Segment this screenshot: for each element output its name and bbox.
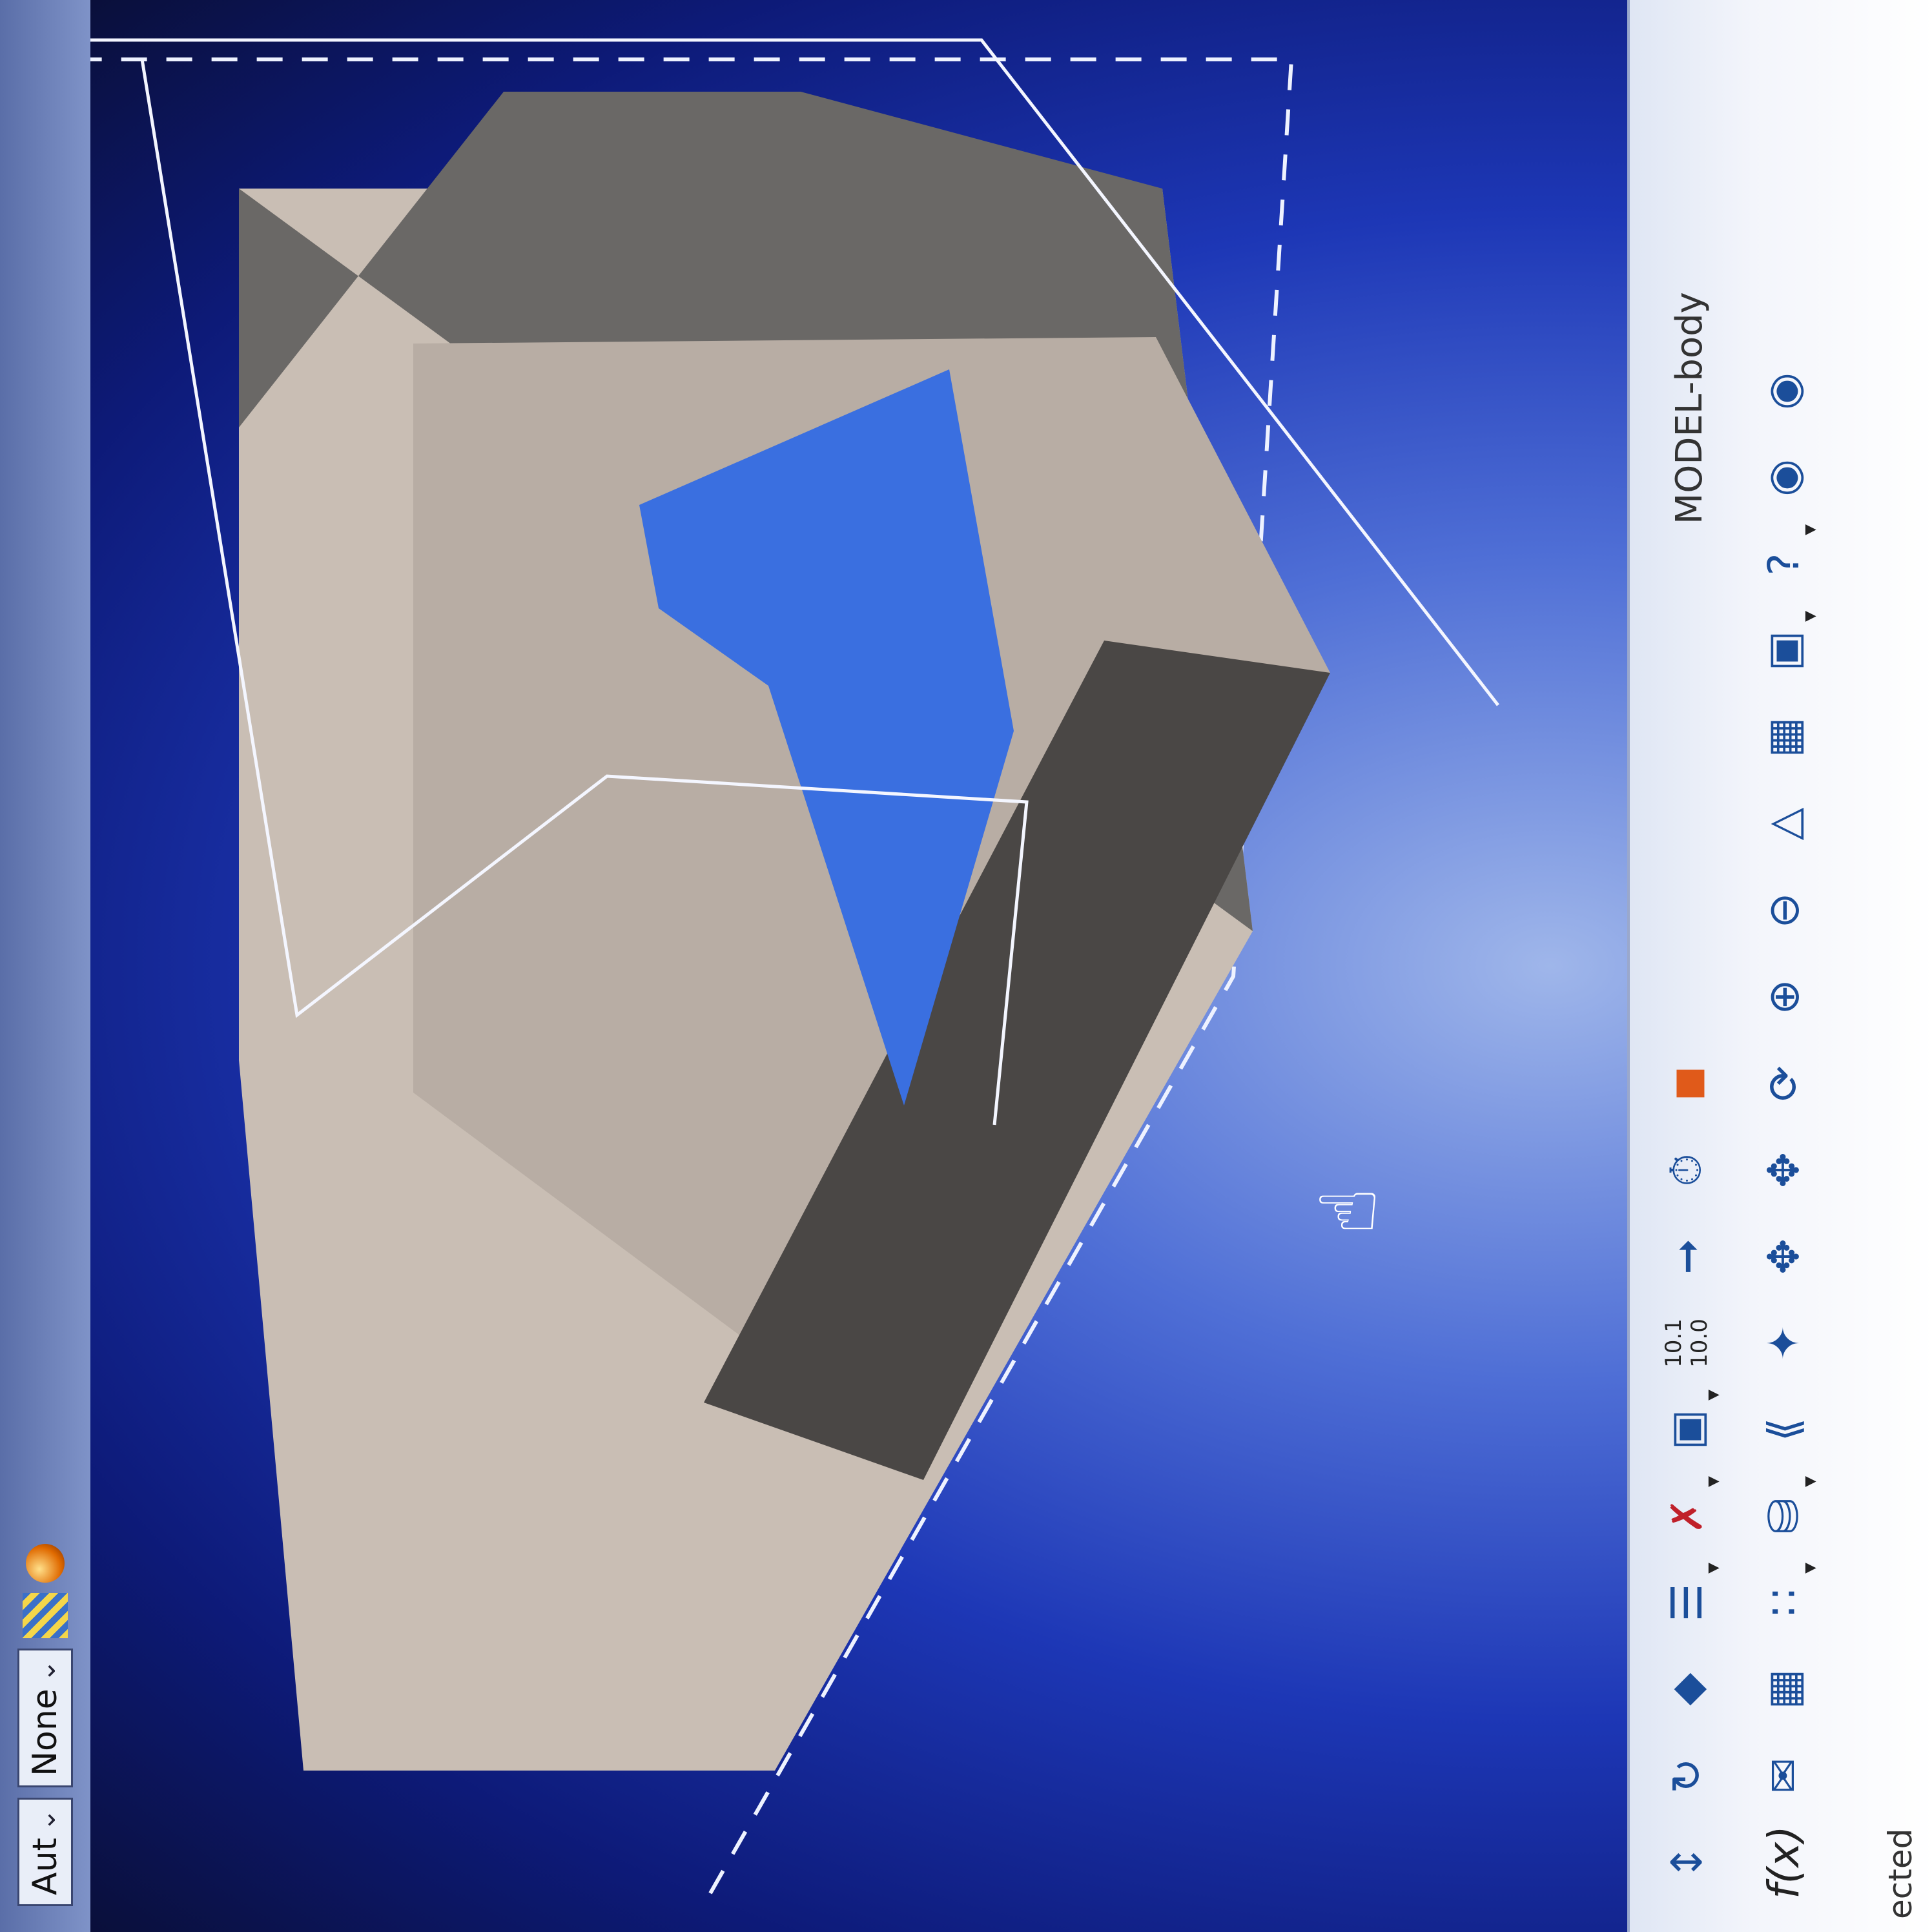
scale-icon[interactable]: 10.1 10.0 [1656, 1312, 1718, 1374]
pan-icon[interactable]: ✥ [1752, 1139, 1814, 1201]
help-icon[interactable]: ? ▼ [1752, 524, 1819, 595]
fit-all-icon[interactable]: ✥ [1752, 1226, 1814, 1288]
cube-view-icon[interactable]: ▣ ▼ [1752, 611, 1819, 682]
refresh-icon[interactable]: ↻ [1656, 1745, 1718, 1807]
hand-cursor-icon: ☝ [1304, 1187, 1394, 1235]
cad-window: Aut ⌄ None ⌄ ☝ ↕ ↻ ◆ ☰ ▼ ✗ ▼ ▣ ▼ 10.1 10… [0, 0, 1932, 1932]
chevron-down-icon: ⌄ [29, 1808, 61, 1832]
mode-combo-value: None [26, 1689, 65, 1776]
clock-icon[interactable]: ⏱ [1656, 1139, 1718, 1201]
snap-icon[interactable]: ✗ ▼ [1656, 1476, 1722, 1547]
zoom-in-icon[interactable]: ⊕ [1752, 966, 1814, 1028]
cube-icon[interactable]: ▣ ▼ [1656, 1390, 1722, 1461]
status-text: ected [1882, 1828, 1919, 1919]
3d-model-canvas: ☝ [90, 38, 1499, 1895]
multi-view-icon[interactable]: ▦ [1752, 706, 1814, 768]
rotate-icon[interactable]: ⟳ [1752, 1053, 1814, 1115]
normal-view-icon[interactable]: △ [1752, 793, 1814, 855]
zoom-out-icon[interactable]: ⊖ [1752, 879, 1814, 941]
table-icon[interactable]: ▦ [1752, 1658, 1814, 1720]
3d-viewport[interactable]: ☝ [90, 0, 1627, 1932]
model-label: MODEL-body [1669, 292, 1711, 524]
render-icon[interactable]: ◉ [1752, 447, 1814, 509]
sphere-icon[interactable] [26, 1544, 65, 1583]
stripes-icon[interactable] [23, 1593, 68, 1638]
orange-shape-icon[interactable]: ◼ [1656, 1053, 1718, 1115]
filter-combo[interactable]: Aut ⌄ [17, 1797, 73, 1906]
scale-label-bottom: 10.0 [1687, 1319, 1712, 1368]
mode-combo[interactable]: None ⌄ [17, 1649, 73, 1787]
selection-toolbar: Aut ⌄ None ⌄ [0, 0, 90, 1932]
disk-icon[interactable]: ⛁ ▼ [1752, 1476, 1819, 1547]
list-icon[interactable]: ☰ ▼ [1656, 1563, 1722, 1634]
chevron-down-icon: ⌄ [29, 1660, 61, 1683]
star-icon[interactable]: ✦ [1752, 1312, 1814, 1374]
main-toolbar: ↕ ↻ ◆ ☰ ▼ ✗ ▼ ▣ ▼ 10.1 10.0 ➞ ⏱ ◼ MODEL-bod… [1627, 0, 1932, 1932]
axis-icon[interactable]: ➞ [1656, 1226, 1718, 1288]
grid-pattern-icon[interactable]: ∷ ▼ [1752, 1563, 1819, 1634]
body-icon[interactable]: ◆ [1656, 1658, 1718, 1720]
scale-label-top: 10.1 [1661, 1319, 1687, 1368]
shading-icon[interactable]: ◉ [1752, 360, 1814, 422]
measure-icon[interactable]: ↕ [1656, 1831, 1718, 1893]
formula-icon[interactable]: f(x) [1752, 1825, 1814, 1899]
comment-icon[interactable]: ✉ [1752, 1745, 1814, 1807]
bracket-icon[interactable]: ⟪ [1752, 1399, 1814, 1461]
filter-combo-value: Aut [26, 1838, 65, 1895]
